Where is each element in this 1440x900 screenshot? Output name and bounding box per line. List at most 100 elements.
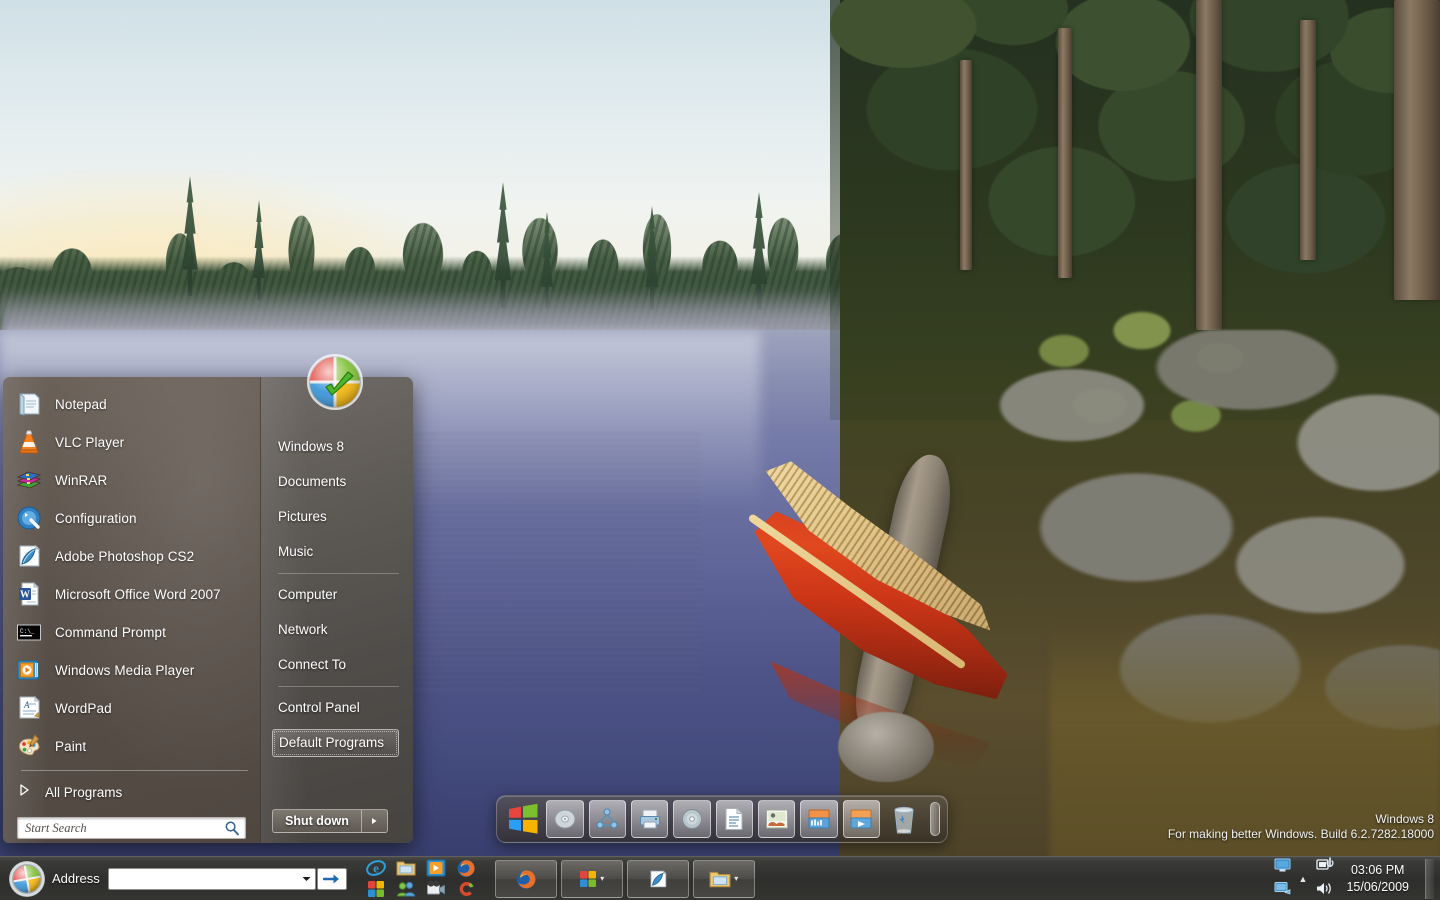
printer-icon	[638, 807, 662, 831]
shut-down-options-arrow[interactable]	[362, 809, 388, 833]
task-button-explorer[interactable]: ▾	[693, 860, 755, 898]
firefox-icon	[515, 868, 537, 890]
address-go-button[interactable]	[317, 868, 347, 890]
quick-launch-mozilla-firefox[interactable]	[454, 858, 478, 878]
text-document-icon	[723, 807, 745, 831]
wallpaper-pine-trunk	[1300, 20, 1316, 260]
all-programs-button[interactable]: All Programs	[3, 775, 260, 809]
start-button[interactable]	[8, 860, 46, 898]
start-menu-item-label: Paint	[55, 739, 86, 754]
dock-item-cd-drive[interactable]	[546, 800, 583, 838]
wallpaper-foreground-rock	[838, 712, 934, 782]
start-menu-place-windows-8[interactable]: Windows 8	[262, 429, 413, 464]
tray-icon-group[interactable]	[1274, 858, 1291, 900]
all-programs-label: All Programs	[45, 785, 122, 800]
power-plug-icon[interactable]	[1316, 856, 1334, 877]
clock-time: 03:06 PM	[1346, 862, 1409, 879]
start-menu-place-connect-to[interactable]: Connect To	[262, 647, 413, 682]
start-menu-item-configuration[interactable]: Configuration	[3, 499, 260, 537]
photo-gallery-icon	[765, 808, 789, 830]
start-menu-item-vlc-player[interactable]: VLC Player	[3, 423, 260, 461]
start-menu-place-documents[interactable]: Documents	[262, 464, 413, 499]
watermark-line-2: For making better Windows. Build 6.2.728…	[1168, 827, 1434, 842]
start-menu-place-control-panel[interactable]: Control Panel	[262, 690, 413, 725]
start-menu-bottom-bar[interactable]: Shut down	[272, 809, 388, 833]
svg-text:W: W	[20, 589, 30, 600]
dock-item-media-center[interactable]	[800, 800, 837, 838]
dock-item-windows-media[interactable]	[843, 800, 880, 838]
start-menu-place-computer[interactable]: Computer	[262, 577, 413, 612]
clock[interactable]: 03:06 PM 15/06/2009	[1342, 862, 1413, 896]
quick-launch-windows-explorer[interactable]	[394, 858, 418, 878]
default-programs-button[interactable]: Default Programs	[272, 729, 399, 757]
quick-launch-windows-media-player[interactable]	[424, 858, 448, 878]
search-input[interactable]	[25, 819, 221, 837]
start-search-container[interactable]	[3, 809, 260, 839]
start-menu-item-command-prompt[interactable]: C:\_ Command Prompt	[3, 613, 260, 651]
start-search-box[interactable]	[17, 817, 246, 839]
start-orb-with-check[interactable]	[303, 350, 367, 414]
chevron-down-icon[interactable]	[299, 869, 315, 889]
start-menu-left-panel[interactable]: Notepad VLC Player	[3, 377, 261, 843]
start-menu-item-paint[interactable]: Paint	[3, 727, 260, 765]
dock-item-printer[interactable]	[631, 800, 668, 838]
triangle-right-icon	[370, 817, 378, 825]
start-menu-item-winrar[interactable]: WinRAR	[3, 461, 260, 499]
photoshop-feather-icon	[15, 542, 43, 570]
dock-item-document[interactable]	[716, 800, 753, 838]
address-input[interactable]	[109, 870, 299, 888]
paint-palette-icon	[15, 732, 43, 760]
speaker-icon[interactable]	[1315, 881, 1334, 900]
start-menu-item-adobe-photoshop-cs2[interactable]: Adobe Photoshop CS2	[3, 537, 260, 575]
dock-item-windows-logo[interactable]	[504, 800, 541, 838]
search-icon	[224, 820, 240, 841]
eject-hardware-icon[interactable]	[1274, 880, 1291, 900]
quick-launch-movie-maker[interactable]	[424, 879, 448, 899]
quick-launch-microsoft-office[interactable]	[364, 879, 388, 899]
media-center-icon	[807, 808, 831, 830]
start-menu-item-windows-media-player[interactable]: Windows Media Player	[3, 651, 260, 689]
chevron-down-icon[interactable]: ▾	[600, 874, 604, 883]
chevron-down-icon[interactable]: ▾	[734, 874, 738, 883]
tray-status-icons[interactable]	[1315, 856, 1334, 900]
quick-launch-internet-explorer[interactable]: e	[364, 858, 388, 878]
start-menu-item-label: Configuration	[55, 511, 137, 526]
start-menu-item-label: Notepad	[55, 397, 107, 412]
quick-launch-ccleaner[interactable]	[454, 879, 478, 899]
monitor-network-icon[interactable]	[1274, 858, 1291, 878]
winrar-books-icon	[15, 466, 43, 494]
start-menu-item-notepad[interactable]: Notepad	[3, 385, 260, 423]
start-menu-place-network[interactable]: Network	[262, 612, 413, 647]
desktop-dock[interactable]	[496, 795, 948, 843]
task-button-firefox[interactable]	[495, 860, 557, 898]
start-menu-item-label: WinRAR	[55, 473, 107, 488]
start-menu-right-panel[interactable]: Windows 8 Documents Pictures Music Compu…	[261, 377, 413, 843]
start-menu-divider	[21, 770, 248, 771]
movie-maker-icon	[426, 880, 446, 898]
photoshop-feather-icon	[647, 868, 669, 890]
address-bar[interactable]	[108, 868, 316, 890]
task-button-office[interactable]: ▾	[561, 860, 623, 898]
taskbar[interactable]: Address e	[0, 856, 1440, 900]
wallpaper-pine-trunk	[1058, 28, 1072, 278]
task-button-photoshop[interactable]	[627, 860, 689, 898]
dock-item-network[interactable]	[589, 800, 626, 838]
shut-down-button[interactable]: Shut down	[272, 809, 362, 833]
system-tray[interactable]: ▲ 03:06 PM 15/06/2009	[1274, 857, 1440, 900]
start-menu-place-pictures[interactable]: Pictures	[262, 499, 413, 534]
dock-item-dvd-disc[interactable]	[673, 800, 710, 838]
start-menu-item-microsoft-office-word-2007[interactable]: W Microsoft Office Word 2007	[3, 575, 260, 613]
task-button-group[interactable]: ▾ ▾	[495, 860, 755, 898]
svg-text:e: e	[373, 861, 379, 876]
show-desktop-button[interactable]	[1425, 859, 1434, 899]
start-menu-place-music[interactable]: Music	[262, 534, 413, 569]
ie-e-icon: e	[366, 858, 386, 878]
dock-scrollbar[interactable]	[930, 802, 940, 836]
dock-item-recycle-bin[interactable]	[885, 800, 922, 838]
start-menu[interactable]: Notepad VLC Player	[3, 377, 413, 843]
quick-launch-windows-contacts[interactable]	[394, 879, 418, 899]
dock-item-photo-gallery[interactable]	[758, 800, 795, 838]
quick-launch-bar[interactable]: e	[361, 858, 481, 900]
chevron-up-icon[interactable]: ▲	[1299, 874, 1308, 884]
start-menu-item-wordpad[interactable]: A WordPad	[3, 689, 260, 727]
